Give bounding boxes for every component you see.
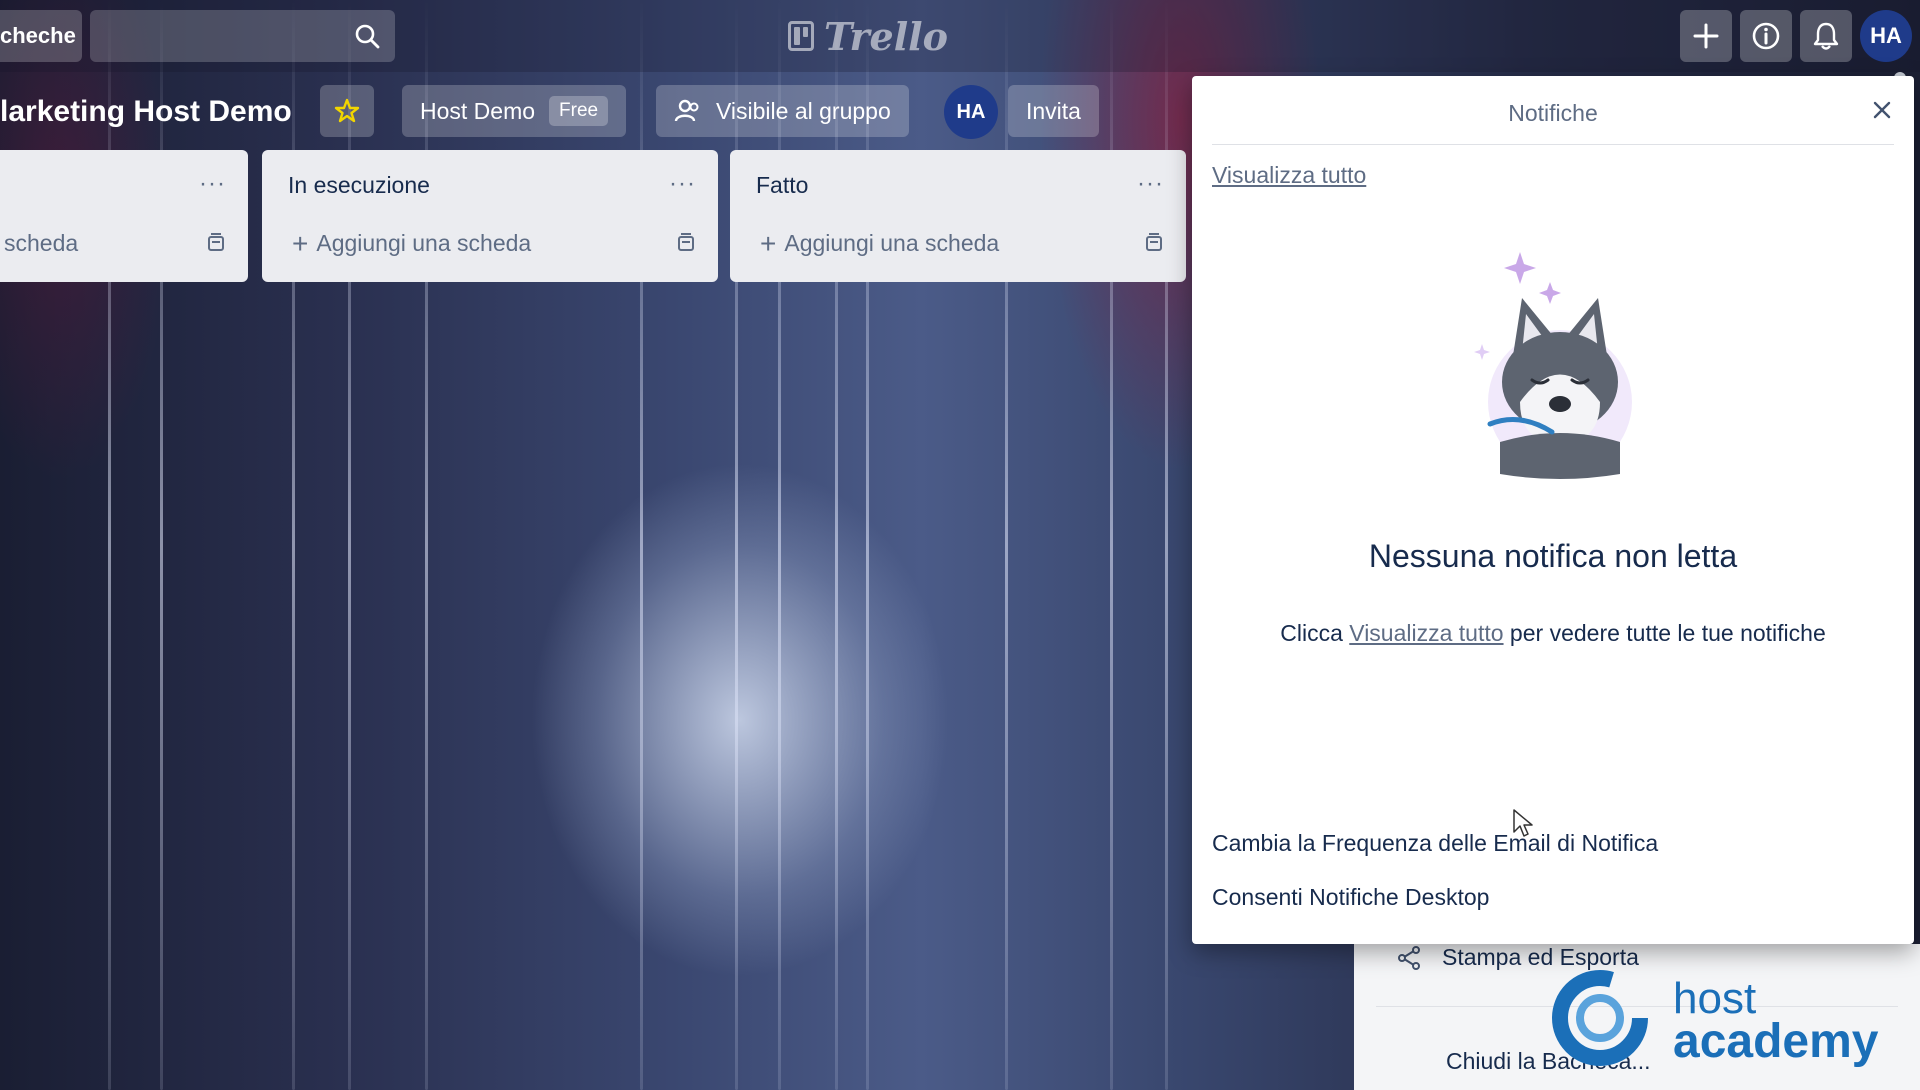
email-frequency-link[interactable]: Cambia la Frequenza delle Email di Notif…: [1212, 830, 1658, 857]
add-card-button[interactable]: scheda: [4, 230, 78, 257]
host-academy-logo-icon: [1552, 970, 1648, 1066]
trello-logo-text: Trello: [824, 13, 948, 59]
add-card-button[interactable]: + Aggiungi una scheda: [292, 227, 532, 259]
empty-state-title: Nessuna notifica non letta: [1368, 538, 1738, 574]
workspace-button[interactable]: Host Demo Free: [402, 85, 627, 137]
plus-icon: +: [292, 227, 309, 259]
view-all-inline-link[interactable]: Visualizza tutto: [1349, 620, 1503, 646]
view-all-link[interactable]: Visualizza tutto: [1212, 162, 1366, 189]
empty-state-suffix: per vedere tutte le tue notifiche: [1503, 620, 1826, 646]
list-column: Fatto ··· + Aggiungi una scheda: [730, 150, 1186, 282]
add-card-label: scheda: [4, 230, 79, 256]
card-template-icon[interactable]: [1144, 232, 1164, 254]
plan-badge: Free: [549, 96, 609, 126]
plus-icon: +: [760, 227, 777, 259]
notifications-popover: Notifiche Visualizza tutto Nessuna notif…: [1192, 76, 1914, 944]
bell-icon: [1813, 22, 1839, 50]
member-avatar[interactable]: HA: [944, 85, 998, 139]
star-button[interactable]: [320, 85, 374, 137]
add-card-label: Aggiungi una scheda: [316, 230, 532, 256]
notifications-button[interactable]: [1800, 10, 1852, 62]
account-avatar[interactable]: HA: [1860, 10, 1912, 62]
create-button[interactable]: [1680, 10, 1732, 62]
desktop-notifications-link[interactable]: Consenti Notifiche Desktop: [1212, 884, 1489, 911]
list-column: In esecuzione ··· + Aggiungi una scheda: [262, 150, 718, 282]
visibility-button[interactable]: Visibile al gruppo: [656, 85, 909, 137]
list-title[interactable]: In esecuzione: [288, 172, 430, 199]
divider: [1212, 144, 1894, 145]
trello-logo[interactable]: Trello: [788, 13, 948, 59]
list-menu-button[interactable]: ···: [1137, 170, 1164, 198]
popover-title: Notifiche: [1508, 100, 1598, 126]
star-icon: [334, 98, 360, 123]
plus-icon: [1693, 23, 1719, 49]
boards-button[interactable]: cheche: [0, 10, 82, 62]
host-academy-watermark: host academy: [1545, 955, 1905, 1075]
board-title[interactable]: larketing Host Demo: [0, 88, 292, 136]
add-card-button[interactable]: + Aggiungi una scheda: [760, 227, 1000, 259]
top-bar: cheche Trello HA: [0, 0, 1920, 72]
list-column: ··· scheda: [0, 150, 248, 282]
search-input[interactable]: [90, 10, 395, 62]
workspace-label: Host Demo: [420, 97, 536, 124]
sleeping-husky-illustration: [1474, 252, 1632, 479]
info-icon: [1752, 22, 1780, 50]
empty-state-prefix: Clicca: [1280, 620, 1350, 646]
invite-button[interactable]: Invita: [1008, 85, 1099, 137]
mouse-cursor: [1513, 809, 1533, 837]
visibility-label: Visibile al gruppo: [716, 97, 891, 124]
add-card-label: Aggiungi una scheda: [784, 230, 1000, 256]
close-icon[interactable]: [1868, 96, 1896, 124]
list-title[interactable]: Fatto: [756, 172, 808, 199]
team-icon: [674, 99, 699, 122]
card-template-icon[interactable]: [206, 232, 226, 254]
empty-state-text: Clicca Visualizza tutto per vedere tutte…: [1192, 620, 1914, 647]
trello-logo-icon: [788, 21, 814, 51]
watermark-line2: academy: [1673, 1015, 1879, 1068]
list-menu-button[interactable]: ···: [669, 170, 696, 198]
list-menu-button[interactable]: ···: [199, 170, 226, 198]
card-template-icon[interactable]: [676, 232, 696, 254]
info-button[interactable]: [1740, 10, 1792, 62]
search-icon[interactable]: [353, 22, 381, 50]
share-icon: [1398, 945, 1420, 970]
